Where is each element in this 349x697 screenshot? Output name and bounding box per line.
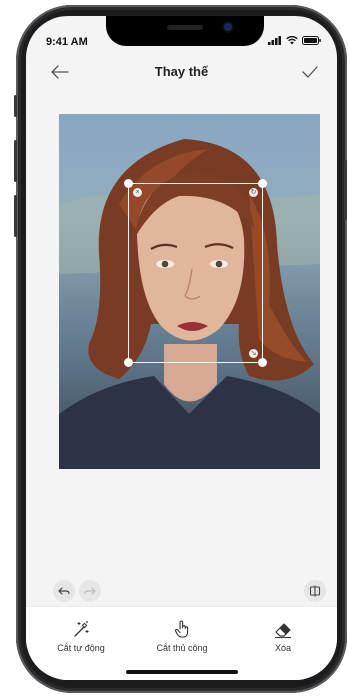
home-indicator[interactable] [126, 670, 238, 674]
eraser-icon [275, 623, 291, 638]
notch [106, 16, 264, 46]
crop-resize-icon[interactable]: ↘ [249, 349, 258, 358]
auto-cut-label: Cắt tự động [57, 643, 105, 653]
auto-cut-button[interactable]: Cắt tự động [36, 619, 126, 653]
signal-icon [268, 36, 281, 45]
volume-down-button [14, 195, 17, 237]
bottom-toolbar: Cắt tự động Cắt thủ công Xóa [26, 606, 337, 680]
redo-button[interactable] [79, 580, 101, 602]
status-time: 9:41 AM [46, 36, 88, 48]
manual-cut-button[interactable]: Cắt thủ công [137, 619, 227, 653]
redo-icon [84, 587, 96, 595]
manual-cut-label: Cắt thủ công [156, 643, 208, 653]
checkmark-icon [302, 66, 318, 78]
status-icons [268, 36, 321, 45]
mute-switch [14, 95, 17, 117]
page-title: Thay thế [154, 64, 209, 79]
wifi-icon [286, 36, 298, 45]
crop-handle-top-right[interactable] [258, 179, 267, 188]
crop-rotate-icon[interactable]: ↻ [249, 188, 258, 197]
confirm-button[interactable] [299, 62, 321, 82]
magic-wand-icon [74, 621, 89, 637]
compare-button[interactable] [304, 580, 326, 602]
undo-button[interactable] [53, 580, 75, 602]
speaker [167, 25, 203, 30]
volume-up-button [14, 140, 17, 182]
crop-delete-icon[interactable]: × [133, 188, 142, 197]
erase-button[interactable]: Xóa [238, 619, 328, 653]
front-camera [224, 23, 232, 31]
hand-pointer-icon [174, 620, 189, 638]
crop-handle-bottom-right[interactable] [258, 358, 267, 367]
phone-screen: 9:41 AM Thay thế × ↻ ↘ Cắt tự động Cắt t… [26, 16, 337, 680]
erase-label: Xóa [274, 643, 291, 653]
photo-canvas[interactable]: × ↻ ↘ [59, 114, 320, 469]
crop-handle-top-left[interactable] [124, 179, 133, 188]
compare-icon [309, 585, 321, 597]
crop-box[interactable]: × ↻ ↘ [124, 179, 267, 367]
power-button [344, 160, 347, 220]
battery-icon [302, 36, 321, 45]
undo-icon [58, 587, 70, 595]
crop-handle-bottom-left[interactable] [124, 358, 133, 367]
